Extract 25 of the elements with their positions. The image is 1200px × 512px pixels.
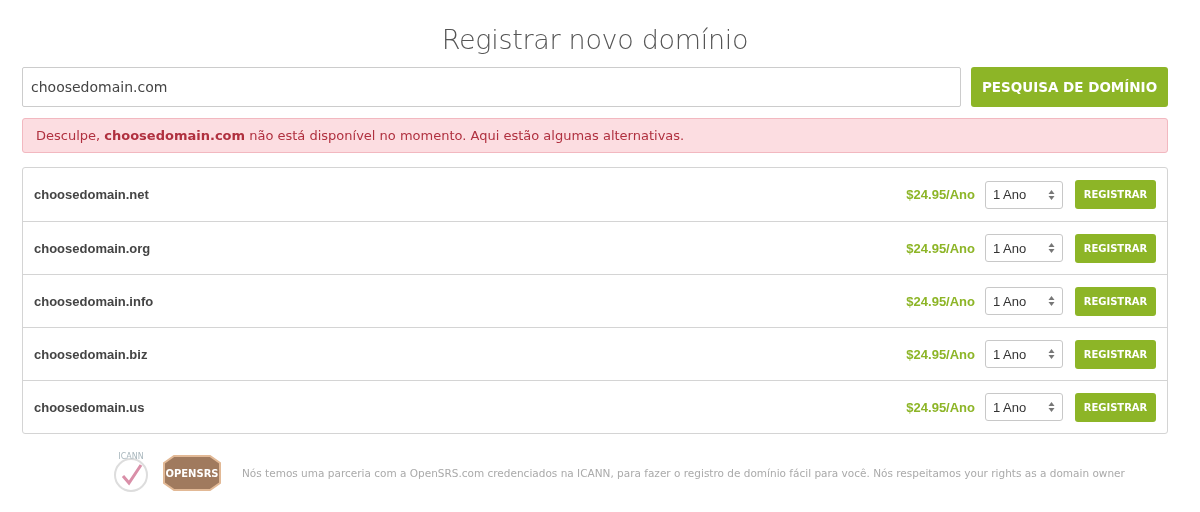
unavailable-alert: Desculpe, choosedomain.com não está disponível no momento. Aqui estão algumas alternativas. — [22, 118, 1168, 153]
price: $24.95/Ano — [906, 240, 975, 256]
domain-search-field[interactable]: choosedomain.com — [22, 67, 961, 107]
domain-name: choosedomain.org — [34, 240, 152, 256]
spinner-icon — [1048, 295, 1055, 307]
domain-name: choosedomain.info — [34, 293, 155, 309]
price: $24.95/Ano — [906, 399, 975, 415]
price: $24.95/Ano — [906, 187, 975, 202]
period-select[interactable]: 1 Ano — [985, 393, 1063, 421]
page-title: Registrar novo domínio — [441, 24, 749, 55]
price: $24.95/Ano — [906, 346, 975, 362]
domain-name: choosedomain.us — [34, 399, 146, 415]
spinner-icon — [1048, 348, 1055, 360]
period-select[interactable]: 1 Ano — [985, 287, 1063, 315]
period-select[interactable]: 1 Ano — [985, 340, 1063, 368]
period-select[interactable]: 1 Ano — [985, 180, 1063, 209]
spinner-icon — [1048, 242, 1055, 254]
period-select[interactable]: 1 Ano — [985, 234, 1063, 262]
price: $24.95/Ano — [906, 293, 975, 309]
spinner-icon — [1048, 401, 1055, 413]
domain-name: choosedomain.net — [34, 187, 150, 202]
partner-badge: OPENSRS — [162, 455, 222, 491]
partnership-note: Nós temos uma parceria com a OpenSRS.com credenciados na ICANN, para fazer o registro de domínio fácil para você. Nós respeitamos your rights as a domain owner — [242, 467, 1125, 479]
spinner-icon — [1048, 188, 1055, 201]
domain-name: choosedomain.biz — [34, 346, 149, 362]
